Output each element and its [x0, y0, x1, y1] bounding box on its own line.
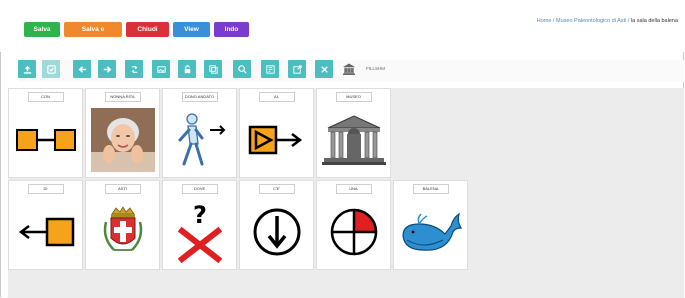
card-label: DOVE	[181, 184, 218, 194]
symbol-card-nonna-rita[interactable]: NONNA RITA	[85, 88, 160, 178]
breadcrumb: Home / Museo Paleontologico di Asti / la…	[537, 18, 678, 24]
arrow-right-icon[interactable]	[98, 60, 116, 78]
card-label: AL	[258, 92, 295, 102]
card-label: BALENA	[412, 184, 449, 194]
breadcrumb-current: la sala della balena	[630, 18, 678, 24]
top-bar: Salva Salva e Chiudi Chiudi View Indo Ho…	[0, 0, 684, 52]
symbol-card-al[interactable]: AL	[239, 88, 314, 178]
search-icon[interactable]	[233, 60, 251, 78]
symbol-grid: CON NONNA RITA DONO ANDATO AL MUSEO DI A…	[8, 88, 684, 298]
walking-person-symbol	[163, 105, 236, 175]
info-button[interactable]: Indo	[214, 22, 249, 37]
where-symbol: ?	[163, 197, 236, 267]
card-label: UNA	[335, 184, 372, 194]
card-label: MUSEO	[335, 92, 372, 102]
symbol-card-con[interactable]: CON	[8, 88, 83, 178]
museum-symbol	[317, 105, 390, 175]
to-symbol	[240, 105, 313, 175]
svg-text:?: ?	[193, 201, 207, 229]
card-label: CON	[27, 92, 64, 102]
close-button[interactable]: Chiudi	[126, 22, 169, 37]
export-icon[interactable]	[288, 60, 306, 78]
clear-cell-icon[interactable]	[261, 60, 279, 78]
toolbar: FILLSHM	[18, 60, 684, 82]
symbol-card-asti[interactable]: ASTI	[85, 180, 160, 270]
there-is-symbol	[240, 197, 313, 267]
toolbar-tail-label: FILLSHM	[366, 66, 386, 71]
rotate-icon[interactable]	[125, 60, 143, 78]
symbol-card-di[interactable]: DI	[8, 180, 83, 270]
card-label: DONO ANDATO	[181, 92, 218, 102]
card-label: NONNA RITA	[104, 92, 141, 102]
symbol-card-una[interactable]: UNA	[316, 180, 391, 270]
arrow-left-icon[interactable]	[73, 60, 91, 78]
image-icon[interactable]	[152, 60, 170, 78]
whale-symbol	[394, 197, 467, 267]
card-label: C'E'	[258, 184, 295, 194]
one-fraction-symbol	[317, 197, 390, 267]
card-label: ASTI	[104, 184, 141, 194]
with-symbol	[9, 105, 82, 175]
save-button[interactable]: Salva	[24, 22, 60, 37]
museum-small-icon	[343, 63, 355, 75]
symbol-card-balena[interactable]: BALENA	[393, 180, 468, 270]
copy-icon[interactable]	[204, 60, 222, 78]
from-symbol	[9, 197, 82, 267]
upload-icon[interactable]	[18, 60, 36, 78]
breadcrumb-links[interactable]: Home / Museo Paleontologico di Asti /	[537, 18, 630, 24]
view-button[interactable]: View	[173, 22, 210, 37]
asti-crest-symbol	[86, 197, 159, 267]
action-buttons: Salva Salva e Chiudi Chiudi View Indo	[24, 22, 249, 48]
symbol-card-dove[interactable]: DOVE ?	[162, 180, 237, 270]
card-label: DI	[27, 184, 64, 194]
symbol-card-dono-andato[interactable]: DONO ANDATO	[162, 88, 237, 178]
lock-icon[interactable]	[178, 60, 196, 78]
symbol-card-museo[interactable]: MUSEO	[316, 88, 391, 178]
save-and-close-button[interactable]: Salva e Chiudi	[64, 22, 122, 48]
delete-icon[interactable]	[315, 60, 333, 78]
symbol-card-ce[interactable]: C'E'	[239, 180, 314, 270]
save-icon[interactable]	[42, 60, 60, 78]
grandmother-photo	[86, 105, 159, 175]
